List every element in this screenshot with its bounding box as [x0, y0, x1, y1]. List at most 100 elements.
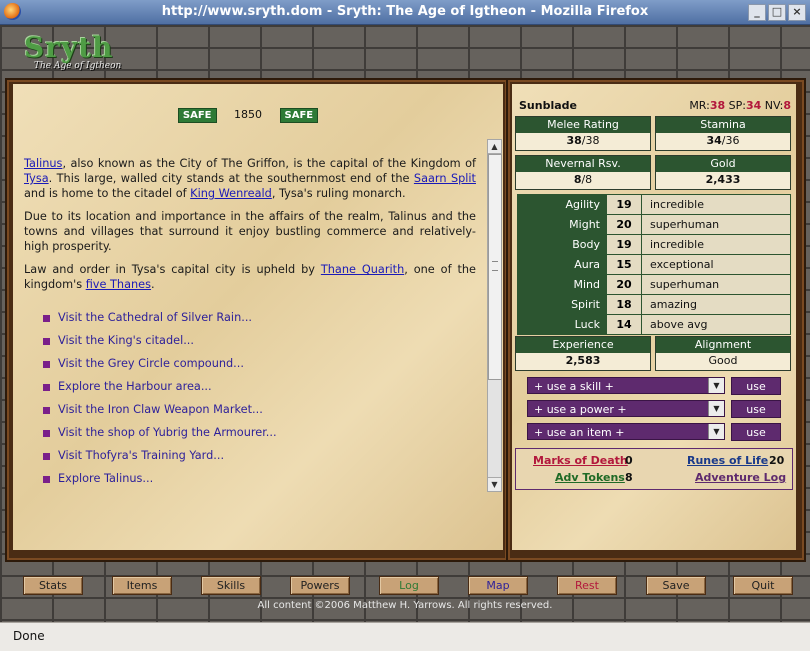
- chevron-down-icon[interactable]: ▼: [708, 401, 724, 416]
- attribute-desc: above avg: [642, 315, 790, 334]
- scroll-thumb[interactable]: [488, 154, 502, 380]
- action-label: Visit the shop of Yubrig the Armourer...: [58, 426, 277, 439]
- location-header: SAFE 1850 SAFE: [13, 108, 483, 123]
- window-title: http://www.sryth.dom - Sryth: The Age of…: [161, 4, 649, 19]
- action-item[interactable]: Explore the Harbour area...: [43, 378, 463, 401]
- link-thane-quarith[interactable]: Thane Quarith: [321, 263, 404, 276]
- items-button[interactable]: Items: [112, 576, 172, 595]
- bullet-icon: [43, 452, 50, 460]
- stat-max: /8: [581, 173, 593, 186]
- action-item[interactable]: Visit Thofyra's Training Yard...: [43, 447, 463, 470]
- stat-label: Experience: [516, 337, 650, 353]
- bullet-icon: [43, 314, 50, 322]
- nv-label: NV:: [764, 99, 784, 112]
- stat-value: 34/36: [656, 133, 790, 149]
- attribute-desc: exceptional: [642, 255, 790, 274]
- text-scrollbar[interactable]: ▲ ▼: [487, 139, 502, 492]
- attribute-row: Might 20 superhuman: [518, 215, 790, 235]
- stamina-box: Stamina 34/36: [655, 116, 791, 151]
- use-item-button[interactable]: use: [731, 423, 781, 441]
- chevron-down-icon[interactable]: ▼: [708, 378, 724, 393]
- use-power-button[interactable]: use: [731, 400, 781, 418]
- bullet-icon: [43, 383, 50, 391]
- stats-button[interactable]: Stats: [23, 576, 83, 595]
- skill-select[interactable]: + use a skill + ▼: [527, 377, 725, 394]
- stat-max: /36: [721, 134, 740, 147]
- attribute-name: Body: [518, 235, 606, 254]
- action-item[interactable]: Visit the King's citadel...: [43, 332, 463, 355]
- nevernal-reserve-box: Nevernal Rsv. 8/8: [515, 155, 651, 190]
- action-item[interactable]: Explore Talinus...: [43, 470, 463, 493]
- use-skill-button[interactable]: use: [731, 377, 781, 395]
- scroll-down-icon[interactable]: ▼: [488, 477, 501, 491]
- maximize-button[interactable]: □: [768, 4, 786, 21]
- rest-button[interactable]: Rest: [557, 576, 617, 595]
- description-text: .: [151, 278, 155, 291]
- attribute-desc: incredible: [642, 195, 790, 214]
- attributes-table: Agility 19 incredible Might 20 superhuman Bo…: [517, 194, 791, 335]
- scroll-up-icon[interactable]: ▲: [488, 140, 501, 154]
- chevron-down-icon[interactable]: ▼: [708, 424, 724, 439]
- runes-of-life-link[interactable]: Runes of Life: [687, 454, 768, 467]
- nv-value: 8: [783, 99, 791, 112]
- stat-label: Alignment: [656, 337, 790, 353]
- description-paragraph: Talinus, also known as the City of The G…: [24, 156, 476, 201]
- stat-label: Stamina: [656, 117, 790, 133]
- adv-tokens-link[interactable]: Adv Tokens: [555, 471, 625, 484]
- attribute-value: 18: [607, 295, 641, 314]
- description-text: , Tysa's ruling monarch.: [271, 187, 406, 200]
- stat-current: 34: [706, 134, 722, 147]
- adventure-log-link[interactable]: Adventure Log: [695, 471, 786, 484]
- action-item[interactable]: Visit the shop of Yubrig the Armourer...: [43, 424, 463, 447]
- minimize-button[interactable]: _: [748, 4, 766, 21]
- power-select[interactable]: + use a power + ▼: [527, 400, 725, 417]
- stat-value: 8/8: [516, 172, 650, 188]
- location-description: Talinus, also known as the City of The G…: [24, 156, 476, 300]
- select-label: + use an item +: [534, 426, 625, 439]
- game-logo: Sryth The Age of Igtheon: [24, 31, 121, 71]
- description-text: , also known as the City of The Griffon,…: [62, 157, 476, 170]
- status-bar: Done: [0, 622, 810, 651]
- description-paragraph: Law and order in Tysa's capital city is …: [24, 262, 476, 292]
- link-king-wenreald[interactable]: King Wenreald: [190, 187, 272, 200]
- item-select[interactable]: + use an item + ▼: [527, 423, 725, 440]
- map-button[interactable]: Map: [468, 576, 528, 595]
- stat-value: 2,433: [656, 172, 790, 188]
- link-talinus[interactable]: Talinus: [24, 157, 62, 170]
- experience-box: Experience 2,583: [515, 336, 651, 371]
- action-item[interactable]: Visit the Grey Circle compound...: [43, 355, 463, 378]
- safe-badge-right: SAFE: [279, 108, 319, 123]
- log-button[interactable]: Log: [379, 576, 439, 595]
- attribute-row: Agility 19 incredible: [518, 195, 790, 215]
- attribute-desc: amazing: [642, 295, 790, 314]
- action-item[interactable]: Visit the Iron Claw Weapon Market...: [43, 401, 463, 424]
- attribute-value: 20: [607, 275, 641, 294]
- link-tysa[interactable]: Tysa: [24, 172, 49, 185]
- save-button[interactable]: Save: [646, 576, 706, 595]
- link-five-thanes[interactable]: five Thanes: [86, 278, 151, 291]
- quit-button[interactable]: Quit: [733, 576, 793, 595]
- description-text: . This large, walled city stands at the …: [48, 172, 414, 185]
- action-item[interactable]: Visit the Cathedral of Silver Rain...: [43, 309, 463, 332]
- attribute-name: Mind: [518, 275, 606, 294]
- copyright-notice: All content ©2006 Matthew H. Yarrows. Al…: [257, 600, 553, 611]
- action-label: Visit the Iron Claw Weapon Market...: [58, 403, 263, 416]
- attribute-value: 19: [607, 235, 641, 254]
- alignment-value: Good: [708, 354, 738, 367]
- title-bar: http://www.sryth.dom - Sryth: The Age of…: [0, 0, 810, 25]
- attribute-value: 14: [607, 315, 641, 334]
- bullet-icon: [43, 429, 50, 437]
- attribute-name: Aura: [518, 255, 606, 274]
- attribute-row: Spirit 18 amazing: [518, 295, 790, 315]
- powers-button[interactable]: Powers: [290, 576, 350, 595]
- link-saarn-split[interactable]: Saarn Split: [414, 172, 476, 185]
- close-button[interactable]: ×: [788, 4, 806, 21]
- stat-label: Gold: [656, 156, 790, 172]
- marks-of-death-link[interactable]: Marks of Death: [533, 454, 628, 467]
- logo-subtitle: The Age of Igtheon: [34, 61, 122, 71]
- bullet-icon: [43, 337, 50, 345]
- adv-tokens-value: 8: [625, 471, 633, 484]
- attribute-desc: superhuman: [642, 215, 790, 234]
- skills-button[interactable]: Skills: [201, 576, 261, 595]
- action-list: Visit the Cathedral of Silver Rain... Vi…: [43, 309, 463, 493]
